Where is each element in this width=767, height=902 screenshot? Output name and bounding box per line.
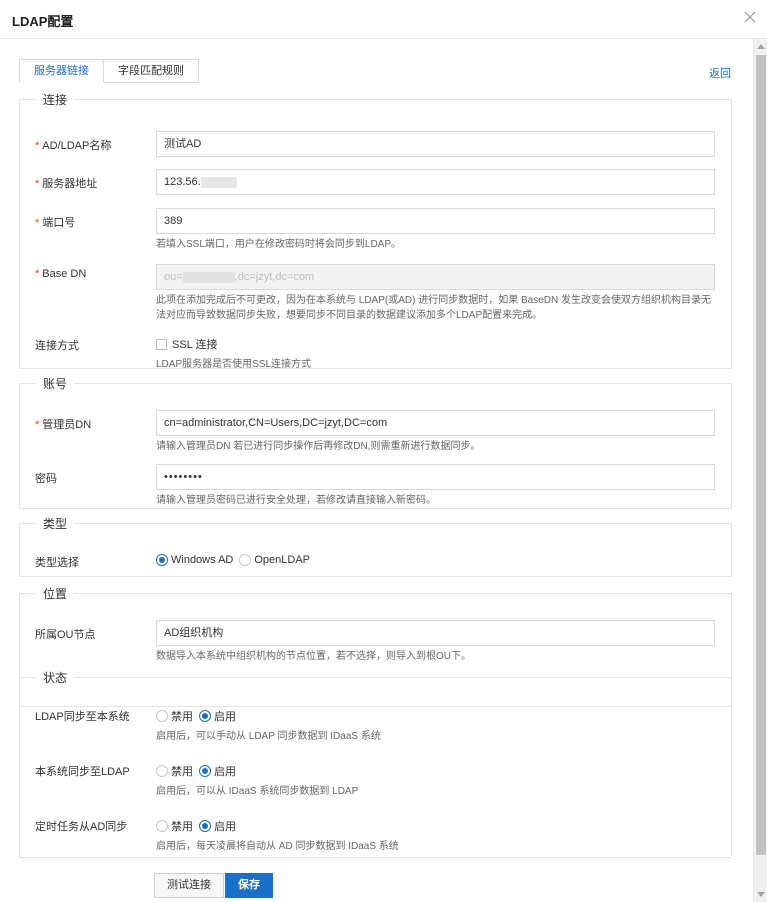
scroll-up-icon[interactable]	[757, 44, 765, 49]
radio-enable[interactable]	[199, 765, 211, 777]
ssl-checkbox-group: SSL 连接	[156, 336, 217, 352]
section-legend: 类型	[43, 517, 68, 531]
radio-label[interactable]: 禁用	[171, 818, 193, 834]
section-legend: 连接	[43, 93, 68, 107]
port-hint: 若填入SSL端口，用户在修改密码时将会同步到LDAP。	[156, 239, 402, 250]
save-button[interactable]: 保存	[225, 873, 273, 898]
radio-label[interactable]: 禁用	[171, 763, 193, 779]
radio-enable[interactable]	[199, 710, 211, 722]
radio-label[interactable]: 禁用	[171, 708, 193, 724]
field-label: * 端口号	[35, 217, 76, 229]
dialog-header: LDAP配置	[0, 0, 767, 39]
tab-bar: 服务器链接 字段匹配规则	[19, 59, 199, 83]
ldap-to-system-radio-group: 禁用 启用	[156, 708, 242, 724]
radio-disable[interactable]	[156, 710, 168, 722]
field-label: * 服务器地址	[35, 178, 98, 190]
scheduled-sync-radio-group: 禁用 启用	[156, 818, 242, 834]
ldap-name-input[interactable]: 测试AD	[156, 131, 715, 157]
scroll-down-icon[interactable]	[757, 892, 765, 897]
system-to-ldap-radio-group: 禁用 启用	[156, 763, 242, 779]
radio-label[interactable]: OpenLDAP	[254, 554, 310, 566]
tab-server-connection[interactable]: 服务器链接	[19, 59, 104, 83]
section-legend: 位置	[43, 587, 68, 601]
radio-label[interactable]: 启用	[214, 818, 236, 834]
admin-dn-hint: 请输入管理员DN 若已进行同步操作后再修改DN,则需重新进行数据同步。	[156, 441, 481, 452]
section-account: 账号 * 管理员DN cn=administrator,CN=Users,DC=j…	[19, 375, 732, 509]
field-label: 密码	[35, 473, 57, 485]
redacted-block	[182, 271, 235, 283]
section-legend: 账号	[43, 377, 68, 391]
password-input[interactable]: ••••••••	[156, 464, 715, 490]
radio-windows-ad[interactable]	[156, 554, 168, 566]
close-icon[interactable]	[741, 8, 759, 26]
base-dn-hint: 此项在添加完成后不可更改，因为在本系统与 LDAP(或AD) 进行同步数据时，如…	[156, 295, 712, 321]
field-label: 类型选择	[35, 557, 79, 569]
ou-node-hint: 数据导入本系统中组织机构的节点位置，若不选择，则导入到根OU下。	[156, 651, 471, 662]
radio-disable[interactable]	[156, 765, 168, 777]
port-input[interactable]: 389	[156, 208, 715, 234]
test-connection-button[interactable]: 测试连接	[154, 873, 224, 898]
dialog-title: LDAP配置	[12, 14, 74, 29]
back-link[interactable]: 返回	[709, 65, 731, 81]
field-label: LDAP同步至本系统	[35, 711, 130, 723]
radio-label[interactable]: Windows AD	[171, 554, 233, 566]
field-label: 本系统同步至LDAP	[35, 766, 130, 778]
admin-dn-input[interactable]: cn=administrator,CN=Users,DC=jzyt,DC=com	[156, 410, 715, 436]
section-legend: 状态	[43, 671, 68, 685]
ssl-checkbox[interactable]	[156, 338, 167, 350]
status-hint: 启用后，每天凌晨将自动从 AD 同步数据到 IDaaS 系统	[156, 841, 399, 852]
ou-node-input[interactable]: AD组织机构	[156, 620, 715, 646]
radio-enable[interactable]	[199, 820, 211, 832]
tab-field-mapping[interactable]: 字段匹配规则	[104, 59, 199, 83]
field-label: 所属OU节点	[35, 629, 96, 641]
vertical-scrollbar[interactable]	[753, 39, 767, 902]
radio-label[interactable]: 启用	[214, 708, 236, 724]
radio-openldap[interactable]	[239, 554, 252, 566]
field-label: 定时任务从AD同步	[35, 821, 128, 833]
field-label: 连接方式	[35, 340, 79, 352]
scrollbar-thumb[interactable]	[756, 55, 766, 855]
ssl-checkbox-label[interactable]: SSL 连接	[172, 336, 217, 352]
field-label: * 管理员DN	[35, 419, 92, 431]
base-dn-input: ou= ,dc=jzyt,dc=com	[156, 264, 715, 290]
connection-method-hint: LDAP服务器是否使用SSL连接方式	[156, 359, 312, 370]
status-hint: 启用后，可以从 IDaaS 系统同步数据到 LDAP	[156, 786, 359, 797]
field-label: * AD/LDAP名称	[35, 140, 112, 152]
redacted-block	[200, 176, 237, 188]
field-label: * Base DN	[35, 268, 87, 280]
server-address-input[interactable]: 123.56.	[156, 169, 715, 195]
status-hint: 启用后，可以手动从 LDAP 同步数据到 IDaaS 系统	[156, 731, 381, 742]
section-status: 状态 LDAP同步至本系统 禁用 启用 启用后，可以手动从 LDAP 同步数据到…	[19, 669, 732, 858]
radio-disable[interactable]	[156, 820, 168, 832]
password-hint: 请输入管理员密码已进行安全处理，若修改请直接输入新密码。	[156, 495, 436, 506]
dialog-body: 服务器链接 字段匹配规则 返回 连接 * AD/LDAP名称 测试AD * 服务器地…	[0, 39, 753, 902]
radio-label[interactable]: 启用	[214, 763, 236, 779]
section-connection: 连接 * AD/LDAP名称 测试AD * 服务器地址 123.56. * 端口号 3…	[19, 91, 732, 370]
type-radio-group: Windows AD OpenLDAP	[156, 554, 316, 566]
section-type: 类型 类型选择 Windows AD OpenLDAP	[19, 515, 732, 577]
